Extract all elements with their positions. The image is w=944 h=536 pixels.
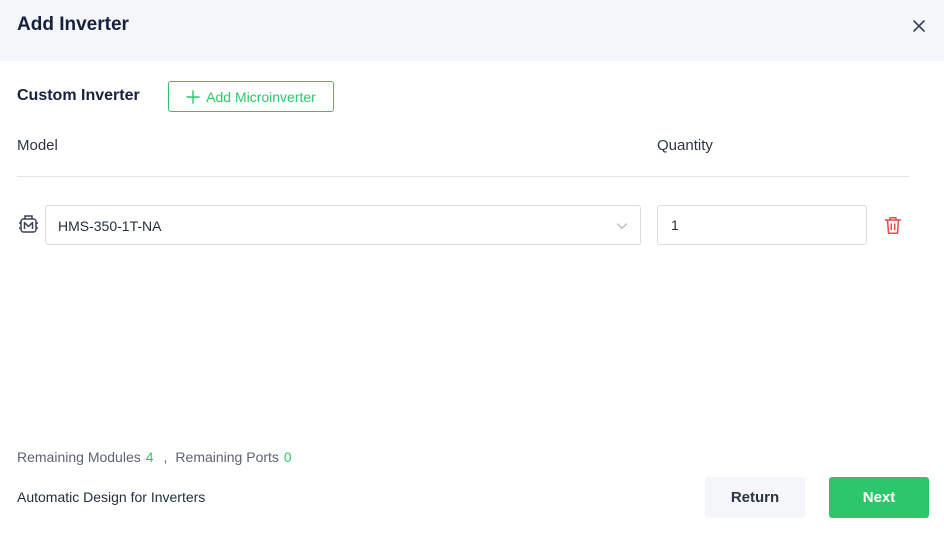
- trash-icon: [884, 216, 902, 234]
- model-select[interactable]: HMS-350-1T-NA: [45, 205, 641, 245]
- dialog-header: Add Inverter: [0, 0, 944, 61]
- add-microinverter-button[interactable]: Add Microinverter: [168, 81, 334, 112]
- column-header-quantity: Quantity: [657, 137, 713, 154]
- return-button[interactable]: Return: [705, 477, 805, 518]
- model-select-value: HMS-350-1T-NA: [58, 218, 162, 234]
- dialog-title: Add Inverter: [17, 14, 129, 35]
- close-button[interactable]: [906, 13, 932, 39]
- table-divider: [17, 176, 909, 177]
- microinverter-icon: [19, 215, 38, 233]
- summary-separator: ,: [163, 449, 168, 465]
- remaining-modules-value: 4: [145, 449, 154, 465]
- delete-row-button[interactable]: [882, 214, 904, 236]
- next-button[interactable]: Next: [829, 477, 929, 518]
- close-icon: [913, 20, 925, 32]
- chevron-down-icon: [616, 223, 628, 230]
- remaining-modules-label: Remaining Modules: [17, 449, 141, 465]
- automatic-design-link[interactable]: Automatic Design for Inverters: [17, 487, 205, 507]
- plus-icon: [186, 89, 200, 104]
- add-microinverter-label: Add Microinverter: [206, 88, 316, 105]
- column-header-model: Model: [17, 137, 58, 154]
- quantity-input[interactable]: [657, 205, 867, 245]
- remaining-ports-value: 0: [283, 449, 292, 465]
- remaining-ports-label: Remaining Ports: [175, 449, 279, 465]
- remaining-summary: Remaining Modules 4, Remaining Ports 0: [17, 447, 292, 467]
- section-title: Custom Inverter: [17, 87, 140, 104]
